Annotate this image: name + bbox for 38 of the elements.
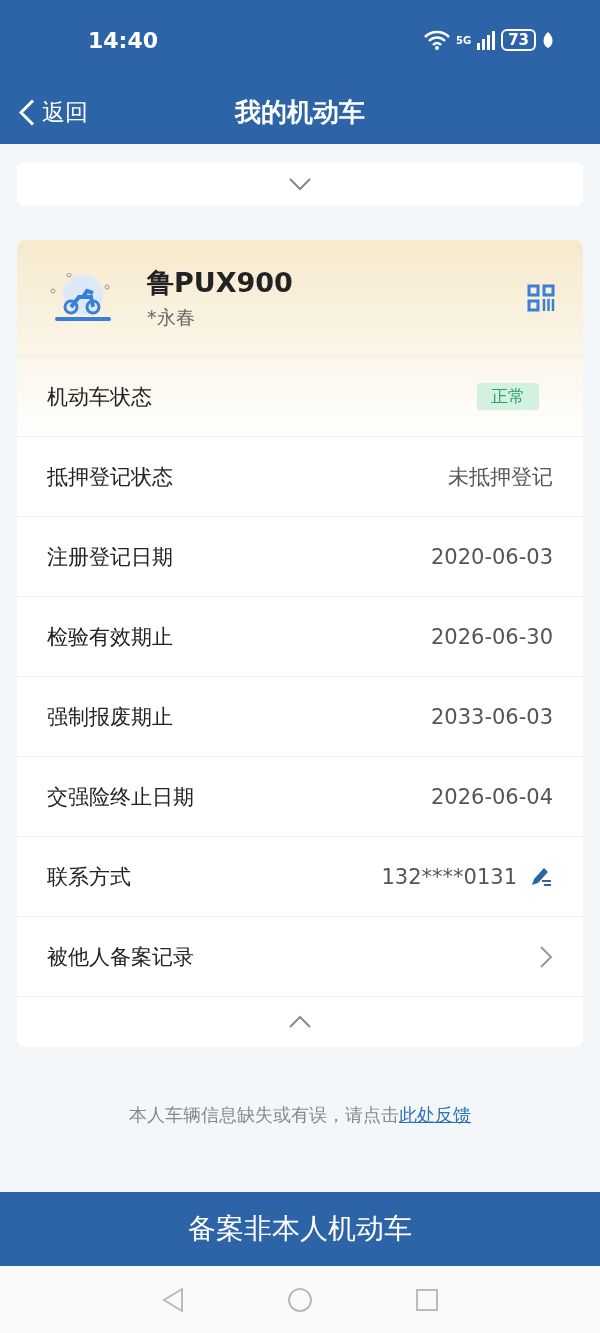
row-value: 2026-06-30 <box>430 624 553 649</box>
owner-name: *永春 <box>147 305 196 330</box>
phone-number: 132****0131 <box>381 864 517 889</box>
row-label: 注册登记日期 <box>47 543 174 571</box>
leaf-icon <box>542 31 554 49</box>
feedback-text: 本人车辆信息缺失或有误，请点击此处反馈 <box>128 1103 472 1127</box>
row-value: 2026-06-04 <box>430 784 553 809</box>
signal-icon <box>477 30 496 50</box>
motorcycle-icon <box>49 273 113 323</box>
row-value: 未抵押登记 <box>448 463 553 491</box>
row-label: 被他人备案记录 <box>47 943 195 971</box>
row-label: 抵押登记状态 <box>47 463 174 491</box>
status-badge: 正常 <box>477 383 539 410</box>
feedback-link[interactable]: 此处反馈 <box>399 1104 471 1125</box>
wifi-icon <box>423 30 450 50</box>
back-chevron-icon <box>18 98 36 126</box>
page-title: 我的机动车 <box>235 95 365 129</box>
collapsed-panel[interactable] <box>17 162 583 206</box>
clock: 14:40 <box>88 27 159 53</box>
chevron-right-icon <box>539 944 553 969</box>
back-button[interactable]: 返回 <box>18 96 88 128</box>
back-nav-icon[interactable] <box>161 1286 185 1313</box>
battery-level: 73 <box>501 29 536 51</box>
row-label: 机动车状态 <box>47 383 153 411</box>
row-label: 检验有效期止 <box>47 623 174 651</box>
row-label: 强制报废期止 <box>47 703 174 731</box>
license-plate: 鲁PUX900 <box>147 266 294 300</box>
chevron-down-icon <box>288 177 312 191</box>
home-nav-icon[interactable] <box>287 1286 313 1313</box>
network-type: 5G <box>455 34 472 46</box>
chevron-up-icon[interactable] <box>288 1015 312 1029</box>
row-label: 联系方式 <box>47 863 132 891</box>
row-value: 2020-06-03 <box>430 544 553 569</box>
register-vehicle-button[interactable]: 备案非本人机动车 <box>0 1192 600 1266</box>
row-value: 2033-06-03 <box>430 704 553 729</box>
qr-code-icon[interactable] <box>527 284 555 312</box>
recents-nav-icon[interactable] <box>415 1287 439 1312</box>
row-label: 交强险终止日期 <box>47 783 195 811</box>
